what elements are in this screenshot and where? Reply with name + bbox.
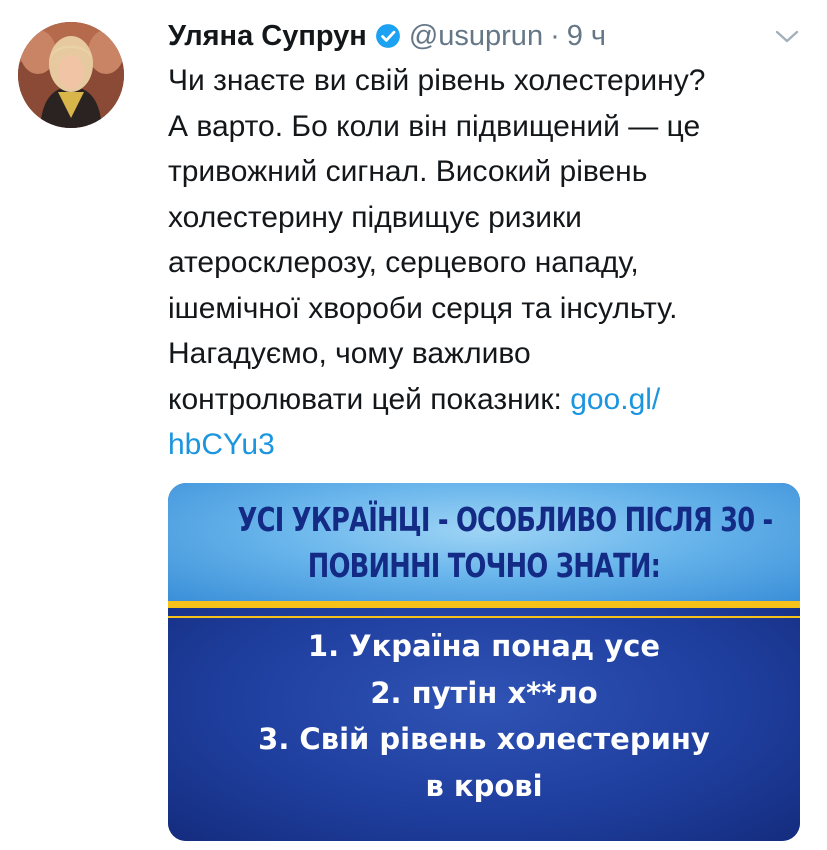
card-title: УСІ УКРАЇНЦІ - ОСОБЛИВО ПІСЛЯ 30 - ПОВИН… (237, 497, 774, 589)
verified-badge-icon (375, 23, 401, 49)
tweet-line: Нагадуємо, чому важливо (168, 337, 531, 370)
tweet-text: Чи знаєте ви свій рівень холестерину? А … (168, 58, 808, 468)
tweet-header: Уляна Супрун @usuprun · 9 ч (168, 16, 606, 56)
tweet-line-text: контролювати цей показник: (168, 382, 571, 416)
tweet-line: холестерину підвищує ризики (168, 200, 582, 234)
card-title-line: УСІ УКРАЇНЦІ - ОСОБЛИВО ПІСЛЯ 30 - (237, 500, 774, 539)
card-list-item: 2. путін х**ло (370, 675, 598, 710)
tweet-link-part1[interactable]: goo.gl/ (570, 383, 660, 416)
tweet-image-card[interactable]: УСІ УКРАЇНЦІ - ОСОБЛИВО ПІСЛЯ 30 - ПОВИН… (168, 483, 800, 841)
timestamp[interactable]: 9 ч (567, 20, 606, 53)
card-title-line: ПОВИННІ ТОЧНО ЗНАТИ: (307, 546, 661, 585)
card-divider-stripe (168, 601, 800, 608)
tweet-line: Чи знаєте ви свій рівень холестерину? (168, 64, 706, 97)
author-name[interactable]: Уляна Супрун (168, 20, 367, 53)
card-divider-thin (168, 616, 800, 618)
card-list: 1. Україна понад усе 2. путін х**ло 3. С… (168, 623, 800, 809)
tweet-line: контролювати цей показник: goo.gl/ (168, 377, 808, 423)
author-handle[interactable]: @usuprun (409, 20, 543, 53)
card-list-item: в крові (425, 768, 543, 803)
card-list-item: 3. Свій рівень холестерину (258, 722, 710, 756)
avatar-photo (18, 22, 124, 128)
tweet-line: А варто. Бо коли він підвищений — це (168, 109, 701, 143)
separator-dot: · (550, 19, 560, 52)
tweet-link-part2[interactable]: hbCYu3 (168, 422, 808, 468)
tweet-line: тривожний сигнал. Високий рівень (168, 155, 648, 188)
card-list-item: 1. Україна понад усе (307, 629, 661, 663)
avatar[interactable] (18, 22, 124, 128)
tweet-line: ішемічної хвороби серця та інсульту. (168, 291, 678, 325)
tweet-line: атеросклерозу, серцевого нападу, (168, 246, 639, 279)
chevron-down-icon[interactable] (772, 24, 802, 48)
